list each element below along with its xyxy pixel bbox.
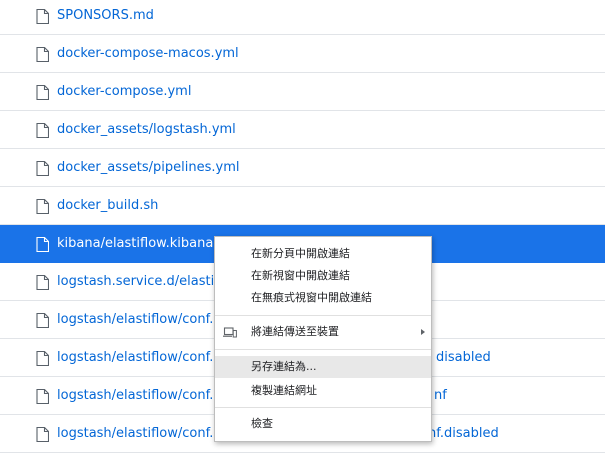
menu-separator bbox=[215, 315, 431, 316]
menu-label: 在無痕式視窗中開啟連結 bbox=[251, 291, 372, 304]
menu-separator bbox=[215, 349, 431, 350]
menu-label: 在新視窗中開啟連結 bbox=[251, 269, 350, 282]
file-icon bbox=[36, 85, 49, 100]
file-icon bbox=[36, 427, 49, 442]
file-row[interactable]: docker_assets/pipelines.yml bbox=[0, 149, 605, 187]
file-link[interactable]: docker-compose-macos.yml bbox=[57, 45, 239, 62]
file-icon bbox=[36, 123, 49, 138]
file-row[interactable]: docker_build.sh bbox=[0, 187, 605, 225]
file-row[interactable]: docker-compose-macos.yml bbox=[0, 35, 605, 73]
menu-open-incognito[interactable]: 在無痕式視窗中開啟連結 bbox=[215, 287, 431, 309]
file-link[interactable]: SPONSORS.md bbox=[57, 7, 154, 24]
menu-label: 將連結傳送至裝置 bbox=[251, 325, 339, 338]
menu-open-new-window[interactable]: 在新視窗中開啟連結 bbox=[215, 265, 431, 287]
file-row[interactable]: docker_assets/logstash.yml bbox=[0, 111, 605, 149]
menu-send-to-device[interactable]: 將連結傳送至裝置 bbox=[215, 321, 431, 343]
file-icon bbox=[36, 237, 49, 252]
file-link[interactable]: docker_build.sh bbox=[57, 197, 158, 214]
file-icon bbox=[36, 275, 49, 290]
menu-save-link-as[interactable]: 另存連結為... bbox=[215, 356, 431, 378]
file-row[interactable]: SPONSORS.md bbox=[0, 0, 605, 35]
menu-label: 另存連結為... bbox=[251, 360, 317, 373]
file-icon bbox=[36, 161, 49, 176]
file-link[interactable]: logstash/elastiflow/conf.d bbox=[57, 387, 222, 404]
chevron-right-icon bbox=[421, 329, 425, 335]
file-icon bbox=[36, 47, 49, 62]
file-link[interactable]: logstash/elastiflow/conf.d bbox=[57, 311, 222, 328]
menu-inspect[interactable]: 檢查 bbox=[215, 413, 431, 435]
file-icon bbox=[36, 351, 49, 366]
file-link[interactable]: logstash/elastiflow/conf.d bbox=[57, 349, 222, 366]
laptop-phone-icon bbox=[223, 327, 237, 338]
menu-label: 複製連結網址 bbox=[251, 384, 317, 397]
file-link[interactable]: kibana/elastiflow.kibana.7 bbox=[57, 235, 226, 252]
file-icon bbox=[36, 199, 49, 214]
menu-open-new-tab[interactable]: 在新分頁中開啟連結 bbox=[215, 243, 431, 265]
file-link-suffix[interactable]: nf.disabled bbox=[428, 425, 499, 442]
menu-separator bbox=[215, 407, 431, 408]
menu-label: 檢查 bbox=[251, 417, 273, 430]
file-link[interactable]: logstash.service.d/elastiflo bbox=[57, 273, 230, 290]
file-link-suffix[interactable]: disabled bbox=[436, 349, 491, 366]
file-link[interactable]: docker_assets/logstash.yml bbox=[57, 121, 236, 138]
file-icon bbox=[36, 389, 49, 404]
file-icon bbox=[36, 313, 49, 328]
file-link[interactable]: logstash/elastiflow/conf.d bbox=[57, 425, 222, 442]
file-icon bbox=[36, 9, 49, 24]
menu-copy-link-address[interactable]: 複製連結網址 bbox=[215, 380, 431, 402]
file-row[interactable]: docker-compose.yml bbox=[0, 73, 605, 111]
context-menu: 在新分頁中開啟連結 在新視窗中開啟連結 在無痕式視窗中開啟連結 將連結傳送至裝置… bbox=[214, 236, 432, 442]
file-link-suffix[interactable]: nf bbox=[434, 387, 447, 404]
menu-label: 在新分頁中開啟連結 bbox=[251, 247, 350, 260]
file-link[interactable]: docker_assets/pipelines.yml bbox=[57, 159, 239, 176]
file-link[interactable]: docker-compose.yml bbox=[57, 83, 191, 100]
